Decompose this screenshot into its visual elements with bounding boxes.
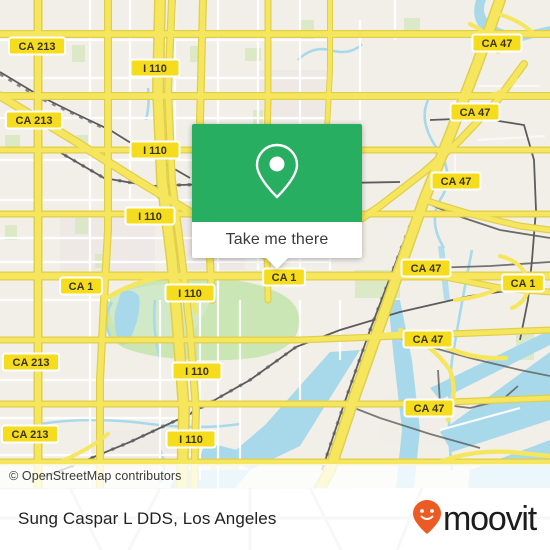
road-shield-label: CA 47	[411, 263, 442, 275]
road-shield: I 110	[129, 140, 181, 160]
take-me-there-button[interactable]: Take me there	[192, 222, 362, 258]
road-shield: I 110	[165, 429, 217, 449]
road-shield: CA 47	[400, 258, 452, 278]
road-shield: CA 1	[59, 276, 103, 296]
road-shield-label: I 110	[138, 211, 162, 223]
moovit-wordmark: moovit	[443, 500, 537, 538]
popup-card-header	[192, 124, 362, 222]
road-shield-label: I 110	[143, 63, 167, 75]
road-shield: I 110	[124, 206, 176, 226]
road-shield: CA 47	[471, 33, 523, 53]
road-shield-label: CA 47	[413, 334, 444, 346]
popup-pointer	[266, 258, 288, 269]
osm-attribution: © OpenStreetMap contributors	[0, 464, 550, 488]
road-shield: CA 1	[501, 273, 545, 293]
take-me-there-label: Take me there	[225, 231, 329, 248]
road-shield-label: I 110	[143, 145, 167, 157]
road-shield-label: CA 213	[12, 429, 49, 441]
place-title: Sung Caspar L DDS, Los Angeles	[18, 509, 277, 528]
road-shield-label: CA 1	[69, 281, 94, 293]
road-shield-label: CA 47	[414, 403, 445, 415]
road-shield: I 110	[129, 58, 181, 78]
road-shield-label: CA 47	[482, 38, 513, 50]
road-shield: CA 47	[430, 171, 482, 191]
road-shield: CA 213	[4, 110, 64, 130]
attribution-text: © OpenStreetMap contributors	[9, 469, 182, 483]
road-shield-label: I 110	[185, 366, 209, 378]
road-shield: CA 213	[0, 424, 60, 444]
road-shield-label: CA 213	[13, 357, 50, 369]
road-shield-label: CA 1	[272, 272, 297, 284]
road-shield: CA 213	[1, 352, 61, 372]
footer-bar: Sung Caspar L DDS, Los Angeles moovit	[0, 488, 550, 550]
road-shield: CA 47	[402, 329, 454, 349]
road-shield-label: CA 213	[19, 41, 56, 53]
moovit-logo[interactable]: moovit	[412, 499, 537, 540]
road-shield-label: I 110	[178, 288, 202, 300]
road-shield: CA 1	[262, 267, 306, 287]
location-popup-card[interactable]: Take me there	[192, 124, 362, 269]
road-shield-label: CA 213	[16, 115, 53, 127]
road-shield: CA 213	[7, 36, 67, 56]
map-screenshot: CA 213 I 110 CA 47 CA 213 I 110 CA 47 CA 47 I 1…	[0, 0, 550, 550]
road-shield: I 110	[164, 283, 216, 303]
road-shield-label: I 110	[179, 434, 203, 446]
road-shield: CA 47	[449, 102, 501, 122]
map-pin-icon	[251, 140, 303, 207]
road-shield-label: CA 47	[460, 107, 491, 119]
road-shield-label: CA 1	[511, 278, 536, 290]
road-shield: I 110	[171, 361, 223, 381]
road-shield: CA 47	[403, 398, 455, 418]
moovit-smiley-pin-icon	[412, 499, 442, 540]
road-shield-label: CA 47	[441, 176, 472, 188]
